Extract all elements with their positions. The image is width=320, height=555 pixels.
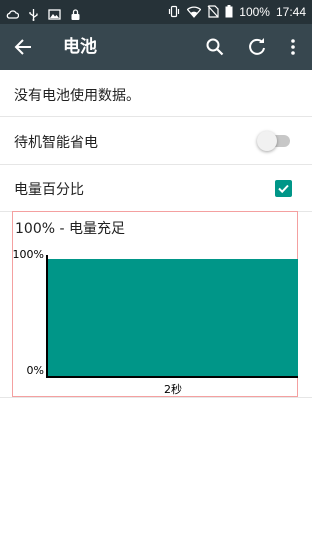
battery-percentage-label: 电量百分比: [14, 182, 84, 198]
no-sim-icon: [207, 3, 219, 22]
search-icon[interactable]: [203, 35, 227, 59]
arrow-back-icon[interactable]: [12, 35, 36, 59]
clock: 17:44: [275, 5, 306, 19]
toggle-thumb: [257, 131, 277, 151]
no-usage-data-row: 没有电池使用数据。: [0, 70, 312, 117]
y-tick-label-max: 100%: [13, 248, 44, 261]
divider: [0, 397, 312, 398]
usb-icon: [27, 6, 40, 21]
more-vert-icon[interactable]: [281, 35, 305, 59]
check-icon: [278, 184, 289, 194]
wifi-icon: [186, 3, 202, 22]
lock-icon: [69, 6, 82, 20]
battery-icon: [225, 3, 233, 22]
image-icon: [48, 6, 61, 20]
status-bar: 100% 17:44: [0, 0, 312, 24]
smart-standby-label: 待机智能省电: [14, 135, 98, 151]
no-usage-data-text: 没有电池使用数据。: [14, 88, 140, 104]
battery-percentage-checkbox[interactable]: [275, 180, 292, 197]
battery-percentage: 100%: [239, 5, 270, 19]
battery-level-area: [48, 259, 298, 377]
battery-history-chart: 100% - 电量充足 100% 0% 2秒: [12, 211, 298, 397]
refresh-icon[interactable]: [245, 35, 269, 59]
battery-percentage-row[interactable]: 电量百分比: [0, 165, 312, 212]
smart-standby-row[interactable]: 待机智能省电: [0, 117, 312, 165]
x-axis-label: 2秒: [164, 382, 182, 396]
smart-standby-toggle[interactable]: [257, 131, 290, 151]
page-title: 电池: [63, 37, 97, 57]
cloud-icon: [6, 6, 20, 19]
app-bar: 电池: [0, 24, 312, 70]
chart-canvas: 100% 0% 2秒: [13, 248, 298, 396]
vibrate-icon: [167, 3, 181, 22]
y-tick-label-min: 0%: [27, 364, 44, 377]
